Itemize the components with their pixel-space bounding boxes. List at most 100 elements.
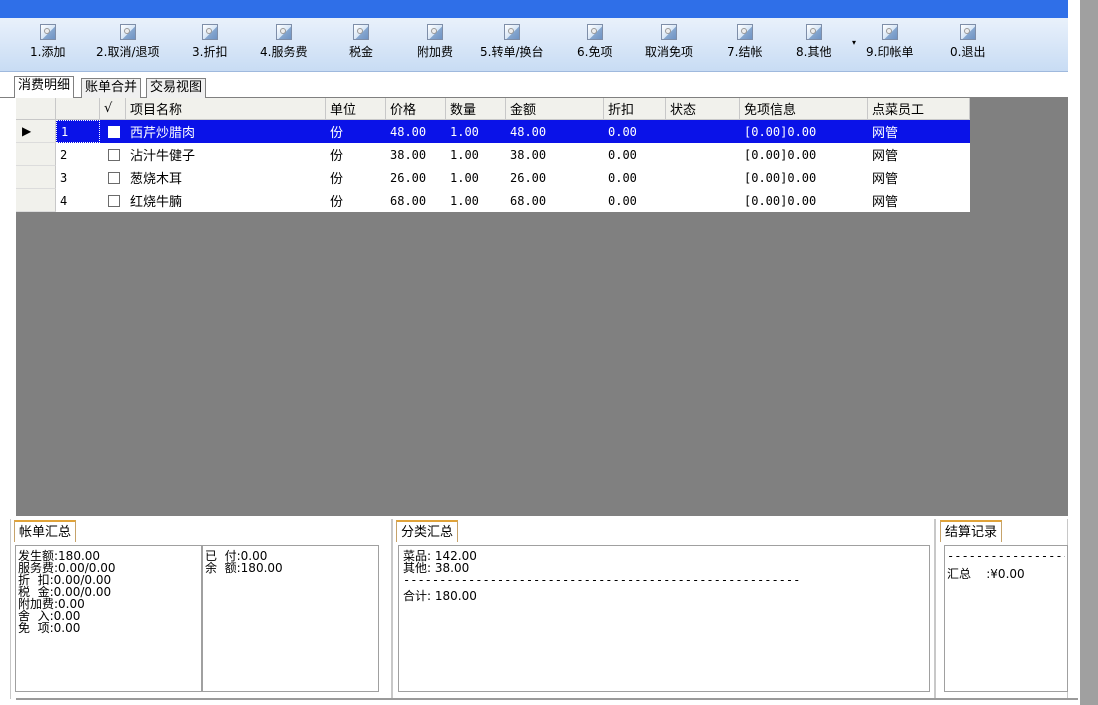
row-selector[interactable]: ▶ (16, 120, 56, 143)
cancel-free-button[interactable]: 取消免项 (645, 24, 693, 68)
selected-row-marker-icon: ▶ (22, 124, 32, 138)
service-fee-button[interactable]: 4.服务费 (260, 24, 307, 68)
row-unit: 份 (330, 149, 344, 164)
row-free-info: [0.00]0.00 (744, 147, 817, 162)
row-free-info: [0.00]0.00 (744, 193, 817, 208)
row-discount: 0.00 (608, 193, 637, 208)
image-icon (353, 24, 369, 40)
exit-button[interactable]: 0.退出 (950, 24, 985, 68)
tax-button[interactable]: 税金 (349, 24, 373, 68)
category-summary-tab[interactable]: 分类汇总 (396, 520, 459, 542)
table-row[interactable]: 4 红烧牛腩 份 68.00 1.00 68.00 0.00 [0.00]0.0… (16, 189, 970, 212)
row-selector[interactable] (16, 189, 56, 212)
order-grid-area: √ 项目名称 单位 价格 数量 金额 折扣 状态 免项信息 点菜员工 ▶ 1 西… (16, 98, 1068, 516)
row-free-info: [0.00]0.00 (744, 124, 817, 139)
col-header-staff[interactable]: 点菜员工 (868, 98, 970, 119)
row-no: 1 (56, 120, 100, 143)
row-amount: 68.00 (510, 193, 547, 208)
grid-header: √ 项目名称 单位 价格 数量 金额 折扣 状态 免项信息 点菜员工 (16, 98, 970, 120)
surcharge-button[interactable]: 附加费 (417, 24, 453, 68)
other-button[interactable]: 8.其他 (796, 24, 831, 68)
toolbar: 1.添加 2.取消/退项 3.折扣 4.服务费 税金 附加费 5.转单/换台 6… (0, 18, 1068, 72)
checkbox-icon (108, 125, 120, 138)
image-icon (959, 24, 976, 40)
order-grid: √ 项目名称 单位 价格 数量 金额 折扣 状态 免项信息 点菜员工 ▶ 1 西… (16, 98, 970, 212)
image-icon (503, 24, 520, 40)
row-no: 3 (60, 170, 68, 185)
category-summary-box: 菜品: 142.00 其他: 38.00 -------------------… (398, 545, 930, 692)
row-name: 沾汁牛健子 (130, 149, 196, 164)
row-staff: 网管 (872, 126, 899, 141)
row-amount: 26.00 (510, 170, 547, 185)
col-header-status[interactable]: 状态 (666, 98, 740, 119)
col-header-name[interactable]: 项目名称 (126, 98, 326, 119)
tab-consumption-detail[interactable]: 消费明细 (14, 76, 75, 98)
row-qty: 1.00 (450, 124, 479, 139)
row-selector[interactable] (16, 166, 56, 189)
row-selector[interactable] (16, 143, 56, 166)
row-status (666, 189, 740, 212)
title-bar (0, 0, 1068, 18)
row-status (666, 120, 740, 143)
image-icon (586, 24, 603, 40)
table-row[interactable]: ▶ 1 西芹炒腊肉 份 48.00 1.00 48.00 0.00 [0.00]… (16, 120, 970, 143)
settle-total: 汇总 :¥0.00 (947, 567, 1025, 581)
image-icon (201, 24, 218, 40)
print-bill-button[interactable]: 9.印帐单 (866, 24, 913, 68)
row-unit: 份 (330, 195, 344, 210)
row-discount: 0.00 (608, 124, 637, 139)
category-line: 菜品: 142.00 (403, 549, 477, 563)
image-icon (805, 24, 822, 40)
col-header-price[interactable]: 价格 (386, 98, 446, 119)
col-header-free-info[interactable]: 免项信息 (740, 98, 868, 119)
row-price: 38.00 (390, 147, 427, 162)
col-header-check[interactable]: √ (100, 98, 126, 119)
col-header-amount[interactable]: 金额 (506, 98, 604, 119)
row-amount: 38.00 (510, 147, 547, 162)
transfer-table-button[interactable]: 5.转单/换台 (480, 24, 544, 68)
checkbox-icon (108, 194, 120, 207)
bill-summary-right: 已 付:0.00 余 额:180.00 (202, 545, 379, 692)
row-staff: 网管 (872, 195, 899, 210)
window-edge (1080, 0, 1098, 705)
category-total: 合计: 180.00 (403, 589, 477, 603)
row-unit: 份 (330, 126, 344, 141)
image-icon (275, 24, 292, 40)
tab-transaction-view[interactable]: 交易视图 (146, 78, 207, 98)
row-name: 红烧牛腩 (130, 195, 183, 210)
app-window: 1.添加 2.取消/退项 3.折扣 4.服务费 税金 附加费 5.转单/换台 6… (0, 0, 1080, 705)
image-icon (881, 24, 898, 40)
row-name: 葱烧木耳 (130, 172, 183, 187)
bill-summary-tab[interactable]: 帐单汇总 (14, 520, 77, 542)
row-staff: 网管 (872, 172, 899, 187)
row-price: 48.00 (390, 124, 427, 139)
col-header-unit[interactable]: 单位 (326, 98, 386, 119)
cancel-refund-button[interactable]: 2.取消/退项 (96, 24, 160, 68)
col-header-discount[interactable]: 折扣 (604, 98, 666, 119)
tab-bill-merge[interactable]: 账单合并 (81, 78, 142, 98)
category-line: 其他: 38.00 (403, 561, 470, 575)
summary-line: 免 项:0.00 (18, 621, 81, 635)
add-button[interactable]: 1.添加 (30, 24, 65, 68)
row-qty: 1.00 (450, 193, 479, 208)
table-row[interactable]: 2 沾汁牛健子 份 38.00 1.00 38.00 0.00 [0.00]0.… (16, 143, 970, 166)
summary-line: 余 额:180.00 (205, 561, 283, 575)
col-header-qty[interactable]: 数量 (446, 98, 506, 119)
settle-record-tab[interactable]: 结算记录 (940, 520, 1003, 542)
tab-bar: 消费明细 账单合并 交易视图 (0, 76, 1068, 98)
row-price: 26.00 (390, 170, 427, 185)
row-header-corner (16, 98, 56, 119)
free-item-button[interactable]: 6.免项 (577, 24, 612, 68)
row-staff: 网管 (872, 149, 899, 164)
discount-button[interactable]: 3.折扣 (192, 24, 227, 68)
row-discount: 0.00 (608, 147, 637, 162)
row-free-info: [0.00]0.00 (744, 170, 817, 185)
col-header-no (56, 98, 100, 119)
row-qty: 1.00 (450, 170, 479, 185)
checkout-button[interactable]: 7.结帐 (727, 24, 762, 68)
table-row[interactable]: 3 葱烧木耳 份 26.00 1.00 26.00 0.00 [0.00]0.0… (16, 166, 970, 189)
chevron-down-icon[interactable]: ▾ (852, 38, 856, 47)
row-status (666, 143, 740, 166)
row-no: 2 (60, 147, 68, 162)
separator-line: ----------------------------------------… (403, 574, 799, 586)
